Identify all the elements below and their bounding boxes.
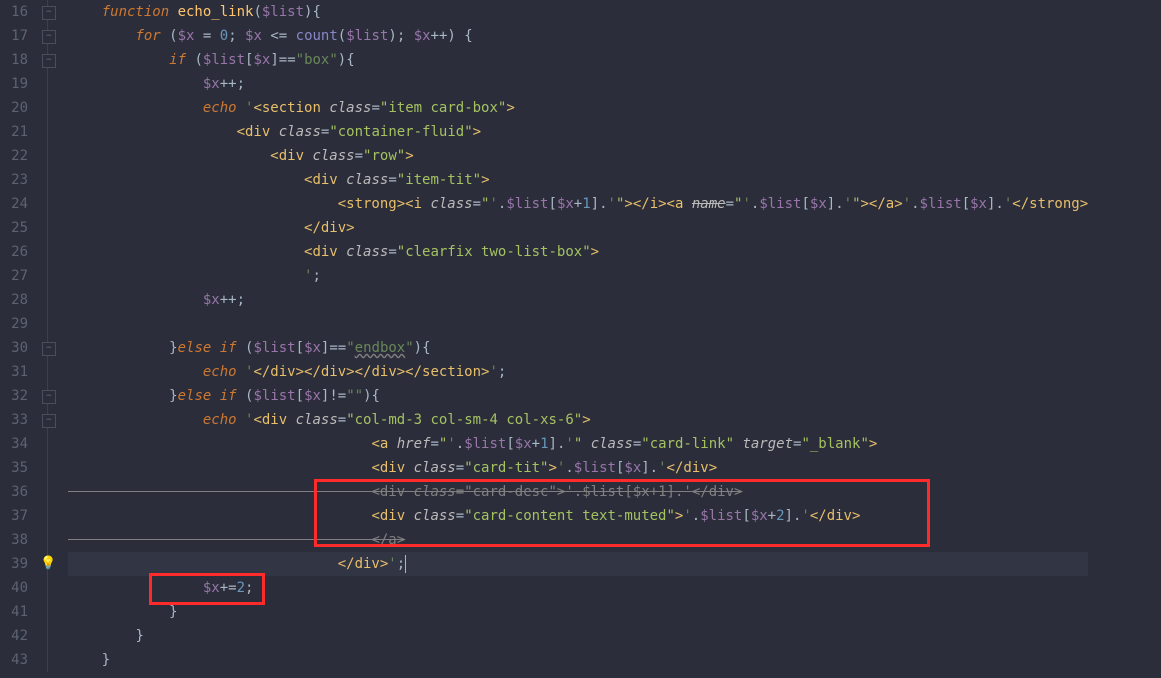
code-line[interactable]: <div class="card-tit">'.$list[$x].'</div… [68, 456, 1088, 480]
line-number: 18 [4, 48, 28, 72]
fold-toggle[interactable]: − [42, 390, 56, 404]
text-caret [405, 555, 406, 573]
code-line[interactable]: for ($x = 0; $x <= count($list); $x++) { [68, 24, 1088, 48]
line-number: 17 [4, 24, 28, 48]
line-number: 42 [4, 624, 28, 648]
code-line[interactable]: <div class="row"> [68, 144, 1088, 168]
line-number-gutter: 1617181920212223242526272829303132333435… [0, 0, 36, 672]
line-number: 41 [4, 600, 28, 624]
code-line[interactable]: <strong><i class="'.$list[$x+1].'"></i><… [68, 192, 1088, 216]
line-number: 21 [4, 120, 28, 144]
code-line[interactable]: </div> [68, 216, 1088, 240]
code-line[interactable]: $x++; [68, 288, 1088, 312]
line-number: 23 [4, 168, 28, 192]
code-line[interactable]: <div class="item-tit"> [68, 168, 1088, 192]
fold-column: 💡 − − − − − − [36, 0, 64, 672]
line-number: 38 [4, 528, 28, 552]
fold-toggle[interactable]: − [42, 342, 56, 356]
line-number: 29 [4, 312, 28, 336]
line-number: 16 [4, 0, 28, 24]
code-line[interactable]: <div class="container-fluid"> [68, 120, 1088, 144]
code-line[interactable]: <div class="card-content text-muted">'.$… [68, 504, 1088, 528]
code-line[interactable]: </a> [68, 528, 1088, 552]
code-line[interactable]: echo '</div></div></div></section>'; [68, 360, 1088, 384]
line-number: 26 [4, 240, 28, 264]
code-editor[interactable]: 1617181920212223242526272829303132333435… [0, 0, 1161, 672]
fold-toggle[interactable]: − [42, 414, 56, 428]
code-line[interactable]: $x++; [68, 72, 1088, 96]
line-number: 35 [4, 456, 28, 480]
line-number: 40 [4, 576, 28, 600]
code-line[interactable] [68, 312, 1088, 336]
code-line[interactable]: $x+=2; [68, 576, 1088, 600]
code-line[interactable]: } [68, 600, 1088, 624]
code-line[interactable]: echo '<div class="col-md-3 col-sm-4 col-… [68, 408, 1088, 432]
code-line[interactable]: }else if ($list[$x]=="endbox"){ [68, 336, 1088, 360]
code-line[interactable]: } [68, 648, 1088, 672]
line-number: 30 [4, 336, 28, 360]
code-line[interactable]: } [68, 624, 1088, 648]
code-line[interactable]: '; [68, 264, 1088, 288]
code-line[interactable]: <a href="'.$list[$x+1].'" class="card-li… [68, 432, 1088, 456]
line-number: 33 [4, 408, 28, 432]
fold-toggle[interactable]: − [42, 6, 56, 20]
line-number: 27 [4, 264, 28, 288]
line-number: 19 [4, 72, 28, 96]
line-number: 43 [4, 648, 28, 672]
code-line[interactable]: <div class="card-desc">'.$list[$x+1].'</… [68, 480, 1088, 504]
code-line[interactable]: function echo_link($list){ [68, 0, 1088, 24]
lightbulb-icon[interactable]: 💡 [40, 556, 56, 571]
line-number: 34 [4, 432, 28, 456]
line-number: 24 [4, 192, 28, 216]
code-line[interactable]: if ($list[$x]=="box"){ [68, 48, 1088, 72]
line-number: 20 [4, 96, 28, 120]
line-number: 28 [4, 288, 28, 312]
line-number: 37 [4, 504, 28, 528]
fold-toggle[interactable]: − [42, 30, 56, 44]
code-line[interactable]: echo '<section class="item card-box"> [68, 96, 1088, 120]
code-line[interactable]: }else if ($list[$x]!=""){ [68, 384, 1088, 408]
code-line[interactable]: </div>'; [68, 552, 1088, 576]
line-number: 36 [4, 480, 28, 504]
code-area[interactable]: function echo_link($list){ for ($x = 0; … [64, 0, 1088, 672]
line-number: 22 [4, 144, 28, 168]
fold-toggle[interactable]: − [42, 54, 56, 68]
code-line[interactable]: <div class="clearfix two-list-box"> [68, 240, 1088, 264]
line-number: 25 [4, 216, 28, 240]
line-number: 31 [4, 360, 28, 384]
line-number: 39 [4, 552, 28, 576]
line-number: 32 [4, 384, 28, 408]
